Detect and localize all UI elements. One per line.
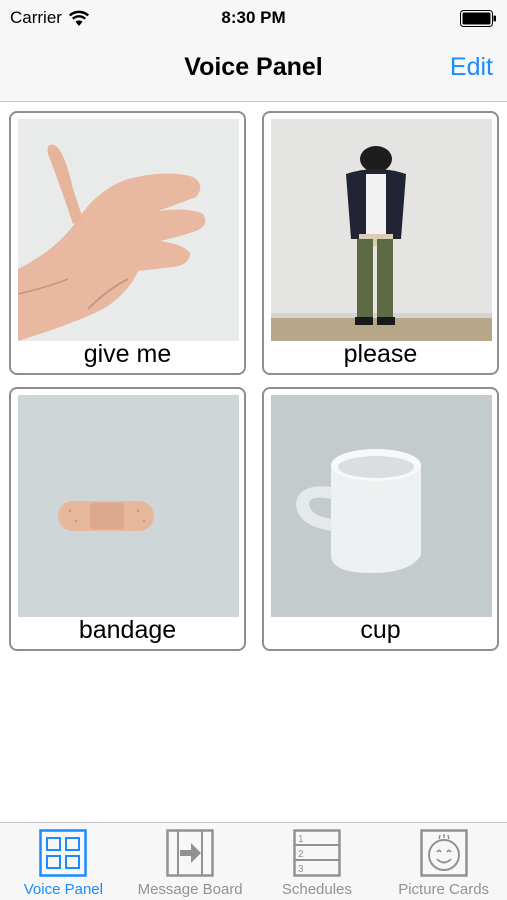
- voice-card-please[interactable]: please: [262, 111, 499, 375]
- card-label: give me: [83, 340, 172, 368]
- tab-schedules[interactable]: 1 2 3 Schedules: [254, 823, 381, 900]
- voice-card-give-me[interactable]: give me: [9, 111, 246, 375]
- tab-picture-cards[interactable]: Picture Cards: [380, 823, 507, 900]
- voice-card-bandage[interactable]: bandage: [9, 387, 246, 651]
- picture-cards-icon: [419, 829, 468, 877]
- tab-label: Picture Cards: [398, 881, 490, 898]
- voice-card-cup[interactable]: cup: [262, 387, 499, 651]
- card-label: cup: [360, 616, 401, 644]
- tab-voice-panel[interactable]: Voice Panel: [0, 823, 127, 900]
- tab-label: Message Board: [137, 881, 243, 898]
- battery-icon: [460, 10, 496, 27]
- tab-label: Schedules: [281, 881, 352, 898]
- schedules-icon: 1 2 3: [293, 829, 341, 877]
- card-label: bandage: [78, 616, 177, 644]
- bowing-person-photo: [271, 119, 492, 341]
- voice-panel-icon: [39, 829, 88, 877]
- tab-bar: Voice Panel Message Board 1 2 3 Schedule…: [0, 822, 507, 900]
- svg-text:3: 3: [298, 864, 304, 875]
- navigation-bar: Voice Panel Edit: [0, 36, 507, 102]
- open-hand-photo: [18, 119, 239, 341]
- svg-text:1: 1: [298, 834, 304, 845]
- cup-photo: [271, 395, 492, 617]
- bandage-photo: [18, 395, 239, 617]
- tab-message-board[interactable]: Message Board: [127, 823, 254, 900]
- card-label: please: [343, 340, 418, 368]
- svg-text:2: 2: [298, 849, 304, 860]
- page-title: Voice Panel: [184, 53, 323, 81]
- voice-panel-grid: give me please bandage cup: [9, 111, 499, 651]
- message-board-icon: [166, 829, 214, 877]
- edit-button[interactable]: Edit: [450, 53, 493, 82]
- status-bar: Carrier 8:30 PM: [0, 0, 507, 36]
- tab-label: Voice Panel: [23, 881, 103, 898]
- status-time: 8:30 PM: [221, 8, 286, 27]
